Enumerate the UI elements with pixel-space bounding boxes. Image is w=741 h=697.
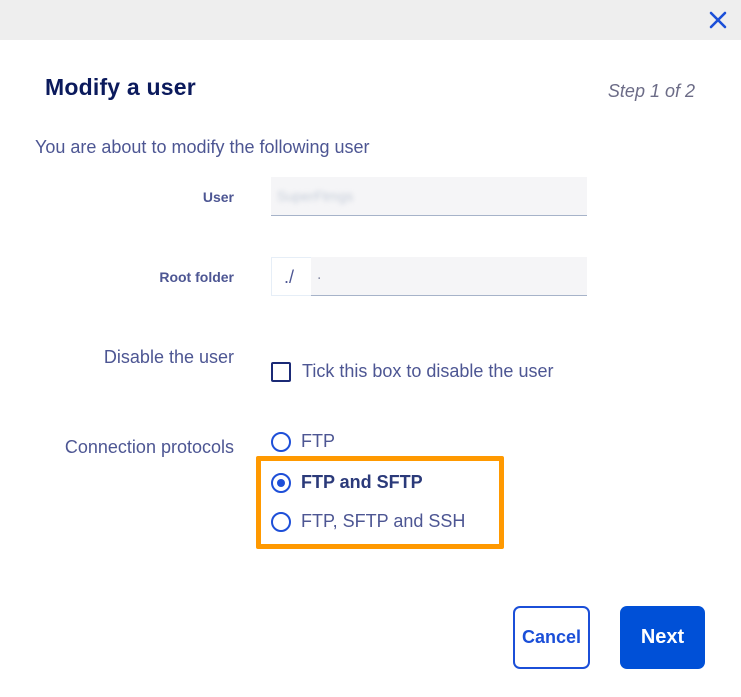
step-indicator: Step 1 of 2: [607, 81, 695, 101]
highlight-box: [256, 456, 504, 549]
close-button[interactable]: [705, 7, 731, 33]
dialog-title: Modify a user: [45, 74, 196, 100]
radio-label-ftp[interactable]: FTP: [301, 431, 335, 452]
root-folder-label: Root folder: [159, 269, 234, 285]
close-icon: [709, 11, 727, 29]
disable-user-checkbox[interactable]: [271, 361, 291, 382]
disable-user-label: Disable the user: [103, 347, 234, 367]
radio-option-ftp[interactable]: FTP: [271, 431, 335, 452]
user-label: User: [202, 189, 234, 205]
next-button[interactable]: Next: [620, 606, 705, 669]
disable-user-checkbox-row[interactable]: Tick this box to disable the user: [271, 361, 553, 382]
user-field[interactable]: SuperFtmgs: [271, 177, 587, 216]
radio-button[interactable]: [271, 431, 291, 452]
disable-user-checkbox-label[interactable]: Tick this box to disable the user: [302, 361, 553, 382]
dialog-header-bar: [0, 0, 741, 40]
root-folder-value: .: [317, 266, 322, 283]
user-value: SuperFtmgs: [277, 188, 354, 204]
cancel-button[interactable]: Cancel: [513, 606, 590, 669]
root-folder-input[interactable]: .: [311, 257, 587, 296]
root-folder-prefix: ./: [271, 257, 311, 296]
intro-text: You are about to modify the following us…: [35, 137, 370, 157]
connection-protocols-label: Connection protocols: [64, 437, 234, 457]
